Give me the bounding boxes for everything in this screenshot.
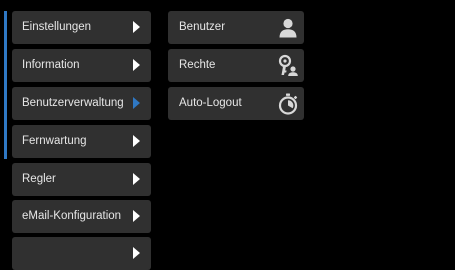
active-section-indicator (4, 11, 7, 159)
chevron-right-icon (133, 21, 140, 33)
menu-item-email-konfiguration[interactable]: eMail-Konfiguration (12, 200, 151, 233)
chevron-right-icon (133, 210, 140, 222)
submenu-item-rechte[interactable]: Rechte (168, 49, 304, 82)
chevron-right-icon (133, 135, 140, 147)
chevron-right-icon (133, 173, 140, 185)
chevron-right-icon (133, 247, 140, 259)
menu-item-partial[interactable] (12, 237, 151, 270)
submenu-item-benutzer[interactable]: Benutzer (168, 11, 304, 44)
menu-item-label: Information (22, 59, 80, 71)
chevron-right-icon (133, 97, 140, 109)
menu-item-regler[interactable]: Regler (12, 163, 151, 196)
submenu-item-label: Rechte (179, 59, 216, 71)
menu-item-label: Einstellungen (22, 21, 92, 33)
user-icon (276, 16, 300, 40)
menu-item-information[interactable]: Information (12, 49, 151, 82)
menu-item-label: Fernwartung (22, 135, 87, 147)
chevron-right-icon (133, 59, 140, 71)
submenu-item-label: Auto-Logout (179, 97, 242, 109)
menu-item-fernwartung[interactable]: Fernwartung (12, 125, 151, 158)
stopwatch-icon (276, 92, 300, 116)
menu-item-benutzerverwaltung[interactable]: Benutzerverwaltung (12, 87, 151, 120)
submenu-item-label: Benutzer (179, 21, 226, 33)
menu-item-label: Benutzerverwaltung (22, 97, 124, 109)
key-user-icon (276, 54, 300, 78)
submenu-item-auto-logout[interactable]: Auto-Logout (168, 87, 304, 120)
menu-item-label: Regler (22, 173, 56, 185)
menu-item-einstellungen[interactable]: Einstellungen (12, 11, 151, 44)
menu-item-label: eMail-Konfiguration (22, 210, 122, 222)
